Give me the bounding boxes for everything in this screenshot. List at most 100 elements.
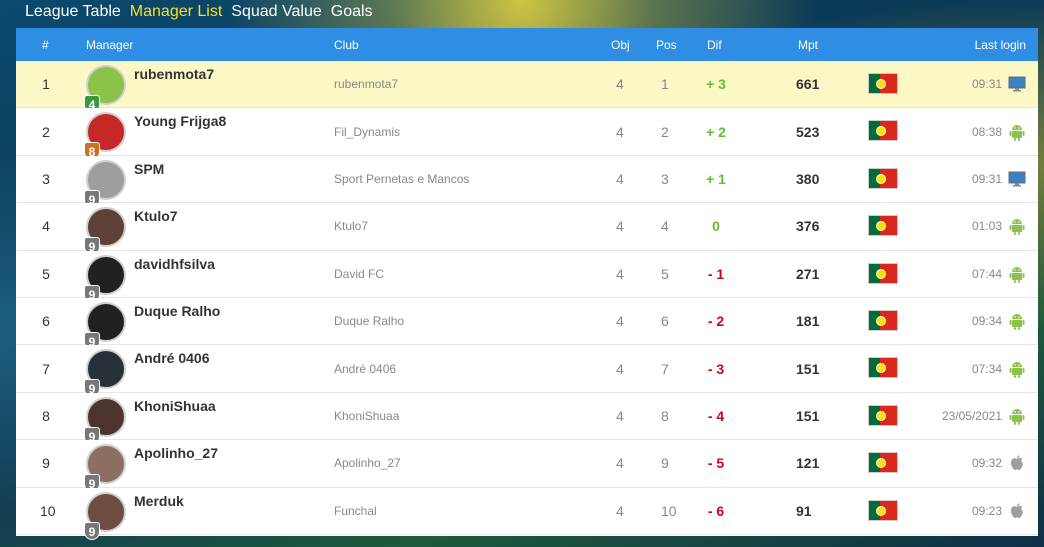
last-login-cell: 09:31 xyxy=(971,171,1002,186)
table-row[interactable]: 9 9 Apolinho_27 Apolinho_27 4 9 - 5 121 09:32 xyxy=(16,440,1038,493)
pos-cell: 8 xyxy=(661,407,669,424)
obj-cell: 4 xyxy=(616,170,624,187)
dif-cell: - 6 xyxy=(707,502,725,519)
club-name[interactable]: André 0406 xyxy=(334,362,396,376)
header-manager[interactable]: Manager xyxy=(86,38,133,52)
avatar[interactable]: 9 xyxy=(84,444,128,493)
portugal-flag-icon xyxy=(868,167,898,189)
level-badge: 9 xyxy=(84,521,100,540)
android-icon xyxy=(1008,312,1026,331)
android-icon xyxy=(1008,265,1026,283)
avatar[interactable]: 9 xyxy=(84,254,128,303)
dif-cell: - 3 xyxy=(707,360,725,377)
header-last-login[interactable]: Last login xyxy=(975,38,1026,52)
android-icon xyxy=(1008,407,1026,425)
desktop-icon xyxy=(1008,75,1026,93)
club-name[interactable]: rubenmota7 xyxy=(334,77,398,91)
manager-name[interactable]: davidhfsilva xyxy=(134,256,215,272)
mpt-cell: 523 xyxy=(796,123,820,140)
portugal-flag-icon xyxy=(868,73,898,94)
manager-name[interactable]: rubenmota7 xyxy=(134,66,214,82)
header-mpt[interactable]: Mpt xyxy=(798,38,818,52)
tab-goals[interactable]: Goals xyxy=(331,3,373,23)
avatar[interactable]: 9 xyxy=(84,159,128,208)
club-name[interactable]: David FC xyxy=(334,267,384,281)
manager-name[interactable]: SPM xyxy=(134,161,164,177)
club-name[interactable]: KhoniShuaa xyxy=(334,409,399,423)
club-name[interactable]: Apolinho_27 xyxy=(334,456,401,470)
mpt-cell: 380 xyxy=(796,170,820,187)
table-row[interactable]: 10 9 Merduk Funchal 4 10 - 6 91 09:23 xyxy=(16,487,1038,540)
club-name[interactable]: Duque Ralho xyxy=(334,314,404,328)
obj-cell: 4 xyxy=(616,360,624,377)
mpt-cell: 151 xyxy=(796,407,820,424)
rank-cell: 10 xyxy=(40,502,56,519)
table-row[interactable]: 2 8 Young Frijga8 Fil_Dynamis 4 2 + 2 523 08:38 xyxy=(16,108,1038,161)
club-name[interactable]: Ktulo7 xyxy=(334,219,368,233)
header-club[interactable]: Club xyxy=(334,38,359,52)
pos-cell: 1 xyxy=(661,76,669,93)
club-name[interactable]: Fil_Dynamis xyxy=(334,125,400,139)
portugal-flag-icon xyxy=(868,404,898,426)
table-row[interactable]: 8 9 KhoniShuaa KhoniShuaa 4 8 - 4 151 23/05/2021 xyxy=(16,392,1038,445)
avatar[interactable]: 9 xyxy=(84,396,128,445)
header-dif[interactable]: Dif xyxy=(707,38,722,52)
mpt-cell: 376 xyxy=(796,218,820,235)
table-row[interactable]: 3 9 SPM Sport Pernetas e Mancos 4 3 + 1 380 09:3… xyxy=(16,155,1038,208)
manager-name[interactable]: Apolinho_27 xyxy=(134,445,218,461)
avatar[interactable]: 8 xyxy=(84,112,128,161)
avatar[interactable]: 9 xyxy=(84,301,128,350)
portugal-flag-icon xyxy=(868,452,898,474)
avatar[interactable]: 9 xyxy=(84,207,128,256)
desktop-icon xyxy=(1008,170,1026,188)
manager-name[interactable]: André 0406 xyxy=(134,350,209,366)
rank-cell: 8 xyxy=(42,407,50,424)
tab-bar: League Table Manager List Squad Value Go… xyxy=(25,3,373,23)
dif-cell: + 3 xyxy=(706,76,726,93)
header-pos[interactable]: Pos xyxy=(656,38,677,52)
pos-cell: 3 xyxy=(661,170,669,187)
mpt-cell: 151 xyxy=(796,360,820,377)
table-header: # Manager Club Obj Pos Dif Mpt Last logi… xyxy=(16,28,1038,61)
obj-cell: 4 xyxy=(616,455,624,472)
table-row[interactable]: 6 9 Duque Ralho Duque Ralho 4 6 - 2 181 09:34 xyxy=(16,297,1038,350)
last-login-cell: 09:31 xyxy=(971,77,1002,92)
table-row[interactable]: 7 9 André 0406 André 0406 4 7 - 3 151 07:34 xyxy=(16,345,1038,398)
table-row[interactable]: 4 9 Ktulo7 Ktulo7 4 4 0 376 01:03 xyxy=(16,203,1038,256)
pos-cell: 7 xyxy=(661,360,669,377)
avatar[interactable]: 9 xyxy=(84,349,128,398)
apple-icon xyxy=(1008,502,1026,520)
dif-cell: - 4 xyxy=(707,407,725,424)
pos-cell: 4 xyxy=(661,218,669,235)
avatar[interactable]: 4 xyxy=(84,65,128,113)
table-row[interactable]: 5 9 davidhfsilva David FC 4 5 - 1 271 07:44 xyxy=(16,250,1038,303)
last-login-cell: 07:44 xyxy=(971,266,1002,281)
dif-cell: + 2 xyxy=(706,123,726,140)
club-name[interactable]: Sport Pernetas e Mancos xyxy=(334,172,469,186)
last-login-cell: 09:34 xyxy=(971,314,1002,329)
rank-cell: 9 xyxy=(42,455,50,472)
tab-squad-value[interactable]: Squad Value xyxy=(231,3,321,23)
portugal-flag-icon xyxy=(868,357,898,379)
tab-league-table[interactable]: League Table xyxy=(25,3,121,23)
obj-cell: 4 xyxy=(616,218,624,235)
obj-cell: 4 xyxy=(616,265,624,282)
manager-name[interactable]: Young Frijga8 xyxy=(134,113,226,129)
header-obj[interactable]: Obj xyxy=(611,38,630,52)
pos-cell: 9 xyxy=(661,455,669,472)
avatar[interactable]: 9 xyxy=(84,491,128,540)
manager-name[interactable]: Duque Ralho xyxy=(134,303,220,319)
club-name[interactable]: Funchal xyxy=(334,504,377,518)
manager-name[interactable]: KhoniShuaa xyxy=(134,398,216,414)
tab-manager-list[interactable]: Manager List xyxy=(130,3,223,23)
apple-icon xyxy=(1008,454,1026,472)
manager-name[interactable]: Merduk xyxy=(134,493,184,509)
pos-cell: 10 xyxy=(661,502,677,519)
last-login-cell: 01:03 xyxy=(971,219,1002,234)
mpt-cell: 121 xyxy=(796,455,820,472)
table-row[interactable]: 1 4 rubenmota7 rubenmota7 4 1 + 3 661 09:31 xyxy=(16,61,1038,113)
rank-cell: 2 xyxy=(42,123,50,140)
dif-cell: + 1 xyxy=(706,170,726,187)
manager-name[interactable]: Ktulo7 xyxy=(134,208,178,224)
mpt-cell: 181 xyxy=(796,313,820,330)
